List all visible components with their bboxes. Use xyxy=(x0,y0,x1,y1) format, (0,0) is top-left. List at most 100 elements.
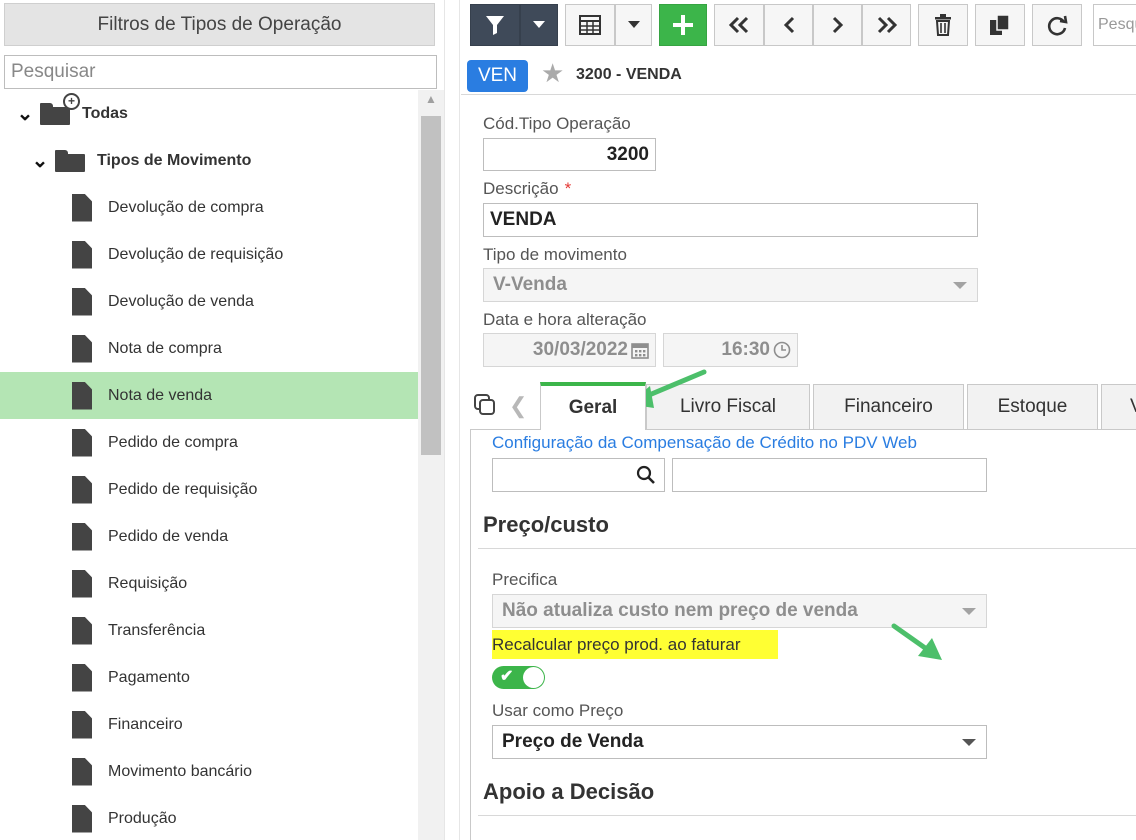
tree-item-label: Transferência xyxy=(108,621,206,639)
tab-overflow[interactable]: V xyxy=(1101,384,1136,429)
date-field[interactable]: 30/03/2022 xyxy=(483,333,656,367)
tab-estoque[interactable]: Estoque xyxy=(967,384,1098,429)
tree-item[interactable]: Pedido de requisição xyxy=(0,466,418,513)
tree-item-label: Devolução de requisição xyxy=(108,245,284,263)
tree-item[interactable]: Pedido de venda xyxy=(0,513,418,560)
refresh-icon xyxy=(1047,15,1068,36)
tipo-movimento-label: Tipo de movimento xyxy=(483,245,627,264)
caret-down-icon xyxy=(962,739,976,746)
usar-como-preco-select[interactable]: Preço de Venda xyxy=(492,725,987,759)
time-value: 16:30 xyxy=(721,339,770,360)
tree-item-label: Movimento bancário xyxy=(108,762,253,780)
view-dropdown-button[interactable] xyxy=(615,4,652,46)
filter-panel-title: Filtros de Tipos de Operação xyxy=(4,3,435,46)
compensacao-lookup-field[interactable] xyxy=(492,458,665,492)
tree-item-label: Pedido de compra xyxy=(108,433,238,451)
tab-panel-border xyxy=(470,429,471,840)
tipo-movimento-select[interactable]: V-Venda xyxy=(483,268,978,302)
recalcular-preco-label: Recalcular preço prod. ao faturar xyxy=(492,635,741,654)
descricao-field[interactable]: VENDA xyxy=(483,203,978,237)
panel-splitter[interactable] xyxy=(444,0,460,840)
tree-item[interactable]: Produção xyxy=(0,795,418,840)
annotation-arrow-icon xyxy=(891,623,942,660)
file-icon xyxy=(72,758,92,786)
tree-item[interactable]: Devolução de compra xyxy=(0,184,418,231)
tree-item[interactable]: Financeiro xyxy=(0,701,418,748)
file-icon xyxy=(72,335,92,363)
tree-node-label: Todas xyxy=(82,104,128,122)
first-record-button[interactable] xyxy=(714,4,764,46)
tree-item-label: Pagamento xyxy=(108,668,190,686)
file-icon xyxy=(72,382,92,410)
chevron-left-icon xyxy=(783,16,794,34)
filter-button[interactable] xyxy=(470,4,520,46)
tree-item[interactable]: Nota de compra xyxy=(0,325,418,372)
tree-item-label: Nota de venda xyxy=(108,386,213,404)
tree-item[interactable]: Devolução de venda xyxy=(0,278,418,325)
tree-node-tipos-de-movimento[interactable]: ⌄ Tipos de Movimento xyxy=(0,137,418,184)
search-icon[interactable] xyxy=(636,465,656,485)
tab-geral[interactable]: Geral xyxy=(540,382,646,430)
compensacao-credito-link[interactable]: Configuração da Compensação de Crédito n… xyxy=(492,433,917,453)
toolbar-search-input[interactable] xyxy=(1093,4,1136,46)
tree-item[interactable]: Devolução de requisição xyxy=(0,231,418,278)
duplicate-button[interactable] xyxy=(975,4,1025,46)
cod-tipo-operacao-field[interactable]: 3200 xyxy=(483,138,656,171)
cod-tipo-operacao-value: 3200 xyxy=(606,143,649,165)
tree-item[interactable]: Pedido de compra xyxy=(0,419,418,466)
record-title: 3200 - VENDA xyxy=(576,66,682,83)
filter-icon xyxy=(486,16,504,35)
tree-item[interactable]: Transferência xyxy=(0,607,418,654)
file-icon xyxy=(72,429,92,457)
trash-icon xyxy=(935,14,951,36)
tabs-scroll-left-icon[interactable]: ❮ xyxy=(509,393,527,419)
previous-record-button[interactable] xyxy=(764,4,813,46)
tree-item[interactable]: Pagamento xyxy=(0,654,418,701)
compensacao-description-field[interactable] xyxy=(672,458,987,492)
add-record-button[interactable] xyxy=(659,4,707,46)
tree-item-label: Financeiro xyxy=(108,715,183,733)
tree-node-label: Tipos de Movimento xyxy=(97,151,252,169)
scrollbar-thumb[interactable] xyxy=(421,116,441,455)
filter-dropdown-button[interactable] xyxy=(520,4,558,46)
chevron-right-icon xyxy=(832,16,843,34)
toggle-knob[interactable] xyxy=(523,667,544,688)
tree-node-todas[interactable]: ⌄ + Todas xyxy=(0,90,418,137)
last-record-button[interactable] xyxy=(862,4,911,46)
copy-icon xyxy=(990,14,1010,35)
caret-down-icon xyxy=(962,608,976,615)
file-icon xyxy=(72,805,92,833)
file-icon xyxy=(72,664,92,692)
calendar-icon xyxy=(631,343,649,359)
tab-financeiro[interactable]: Financeiro xyxy=(813,384,964,429)
refresh-button[interactable] xyxy=(1032,4,1082,46)
next-record-button[interactable] xyxy=(813,4,862,46)
scroll-up-arrow-icon[interactable]: ▲ xyxy=(418,92,444,112)
file-icon xyxy=(72,288,92,316)
descricao-value: VENDA xyxy=(490,209,557,230)
folder-add-icon: + xyxy=(40,92,80,125)
chevron-down-icon[interactable]: ⌄ xyxy=(14,101,36,126)
time-field[interactable]: 16:30 xyxy=(663,333,798,367)
section-divider xyxy=(478,548,1136,549)
section-title-preco-custo: Preço/custo xyxy=(483,512,609,537)
tabs-list-icon[interactable] xyxy=(474,394,496,416)
tree-item-selected[interactable]: Nota de venda xyxy=(0,372,418,419)
chevron-down-icon[interactable]: ⌄ xyxy=(29,148,51,173)
operation-type-tree: ⌄ + Todas ⌄ Tipos de Movimento Devolução… xyxy=(0,90,418,840)
filter-search-input[interactable] xyxy=(4,55,437,89)
tree-item[interactable]: Requisição xyxy=(0,560,418,607)
precifica-label: Precifica xyxy=(492,570,558,589)
star-icon[interactable]: ★ xyxy=(541,58,564,89)
caret-down-icon xyxy=(953,282,967,289)
double-chevron-right-icon xyxy=(877,16,897,34)
required-asterisk: * xyxy=(564,179,572,198)
tree-item-label: Pedido de venda xyxy=(108,527,229,545)
grid-view-button[interactable] xyxy=(565,4,615,46)
tipo-movimento-value: V-Venda xyxy=(493,274,567,295)
tree-item-label: Produção xyxy=(108,809,177,827)
tree-item[interactable]: Movimento bancário xyxy=(0,748,418,795)
record-type-badge: VEN xyxy=(467,60,528,92)
delete-button[interactable] xyxy=(918,4,968,46)
plus-icon xyxy=(673,15,693,35)
